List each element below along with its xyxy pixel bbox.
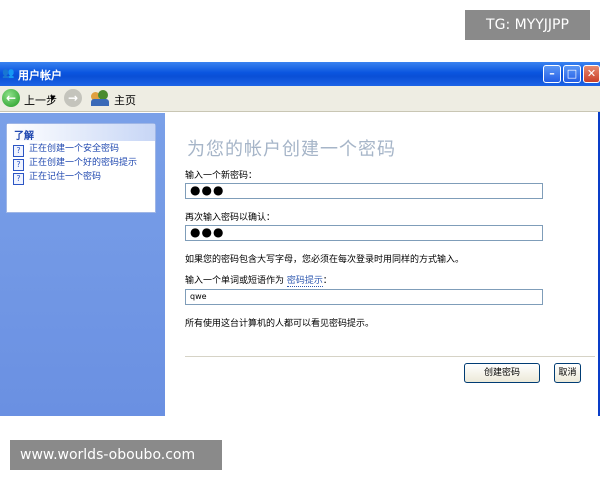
window-title: 用户帐户 — [18, 69, 62, 82]
watermark-top: TG: MYYJJPP — [465, 10, 590, 40]
learn-about-title: 了解 — [7, 124, 155, 142]
password-hint-input[interactable]: qwe — [185, 289, 543, 305]
hint-visibility-note: 所有使用这台计算机的人都可以看见密码提示。 — [185, 319, 375, 329]
watermark-bottom: www.worlds-oboubo.com — [10, 440, 222, 470]
forward-arrow-icon[interactable]: → — [64, 89, 82, 107]
confirm-password-input[interactable]: ●●● — [185, 225, 543, 241]
close-button[interactable]: ✕ — [583, 65, 600, 83]
divider — [185, 356, 595, 357]
password-hint-label: 输入一个单词或短语作为 密码提示： — [185, 276, 332, 287]
toolbar: ← 上一步 ▼ → 主页 — [0, 86, 600, 112]
new-password-label: 输入一个新密码： — [185, 171, 258, 181]
user-accounts-window: 👥 用户帐户 – □ ✕ ← 上一步 ▼ → 主页 了解 ? 正在创建一个安全密… — [0, 62, 600, 416]
back-dropdown-icon[interactable]: ▼ — [50, 94, 55, 102]
case-sensitivity-note: 如果您的密码包含大写字母，您必须在每次登录时用同样的方式输入。 — [185, 255, 465, 265]
home-button[interactable]: 主页 — [114, 92, 136, 108]
maximize-button[interactable]: □ — [563, 65, 581, 83]
home-users-icon[interactable] — [91, 90, 111, 106]
back-arrow-icon[interactable]: ← — [2, 89, 20, 107]
sidebar-item-remember-password[interactable]: ? 正在记住一个密码 — [7, 172, 155, 185]
sidebar-item-good-hint[interactable]: ? 正在创建一个好的密码提示 — [7, 158, 155, 171]
create-password-button[interactable]: 创建密码 — [464, 363, 540, 383]
screenshot: TG: MYYJJPP 👥 用户帐户 – □ ✕ ← 上一步 ▼ → 主页 了解… — [0, 0, 600, 480]
password-hint-link[interactable]: 密码提示 — [286, 276, 323, 287]
minimize-button[interactable]: – — [543, 65, 561, 83]
learn-about-panel: 了解 ? 正在创建一个安全密码 ? 正在创建一个好的密码提示 ? 正在记住一个密… — [6, 123, 156, 213]
sidebar-item-secure-password[interactable]: ? 正在创建一个安全密码 — [7, 144, 155, 157]
confirm-password-label: 再次输入密码以确认： — [185, 213, 276, 223]
title-bar[interactable]: 👥 用户帐户 – □ ✕ — [0, 62, 600, 86]
new-password-input[interactable]: ●●● — [185, 183, 543, 199]
cancel-button[interactable]: 取消 — [554, 363, 581, 383]
help-question-icon: ? — [13, 145, 24, 157]
page-title: 为您的帐户创建一个密码 — [187, 139, 396, 160]
main-content: 为您的帐户创建一个密码 输入一个新密码： ●●● 再次输入密码以确认： ●●● … — [165, 113, 598, 416]
sidebar: 了解 ? 正在创建一个安全密码 ? 正在创建一个好的密码提示 ? 正在记住一个密… — [0, 113, 165, 416]
help-question-icon: ? — [13, 173, 24, 185]
user-accounts-icon: 👥 — [2, 68, 15, 79]
help-question-icon: ? — [13, 159, 24, 171]
